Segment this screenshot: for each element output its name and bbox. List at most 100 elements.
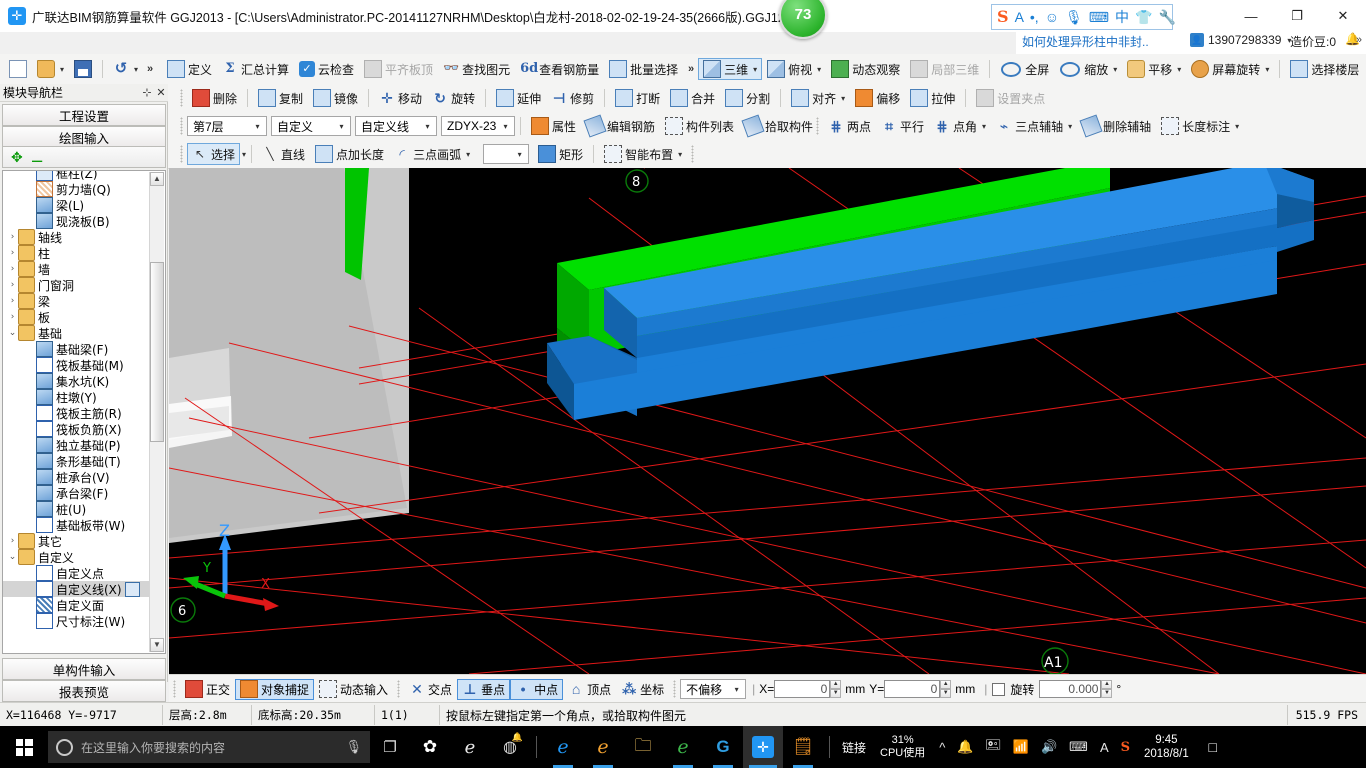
scroll-down-icon[interactable]: ▼ [150,638,164,652]
toolbar-parallel-axis-button[interactable]: ⌗ 平行 [876,115,929,137]
tree-node[interactable]: 条形基础(T) [3,453,151,469]
toolbar-move-button[interactable]: ✛ 移动 [374,87,427,109]
category-select-caret-icon[interactable]: ▾ [335,122,348,131]
tree-node[interactable]: › 柱 [3,245,151,261]
tree-node[interactable]: 自定义线(X) [3,581,151,597]
point-angle-caret-icon[interactable]: ▾ [982,122,986,131]
tray-bell-icon[interactable]: 🔔 [951,739,979,755]
ime-voice-icon[interactable]: 🎙 [1065,10,1083,24]
x-input[interactable]: 0 [774,680,831,698]
snapbar-grip-3[interactable] [673,680,677,698]
toolbar-define-button[interactable]: 定义 [162,58,217,80]
tree-node[interactable]: › 轴线 [3,229,151,245]
tool-smart-layout-button[interactable]: 智能布置 ▾ [599,143,687,165]
tree-node[interactable]: 筏板基础(M) [3,357,151,373]
start-button[interactable] [0,726,48,768]
tree-node[interactable]: 尺寸标注(W) [3,613,151,629]
toolbar-grip-end[interactable] [691,145,695,163]
snap-ortho-button[interactable]: 正交 [180,679,235,700]
3d-view-caret-icon[interactable]: ▾ [753,65,757,74]
tray-keyboard-icon[interactable]: ⌨ [1063,739,1094,755]
tree-node[interactable]: › 其它 [3,533,151,549]
toolbar-pick-component-button[interactable]: 拾取构件 [739,114,818,138]
new-file-button[interactable] [4,58,32,80]
toolbar-offset-button[interactable]: 偏移 [850,87,905,109]
account-overflow-icon[interactable]: » [1356,34,1362,46]
account-info[interactable]: 👤 13907298339 ▾ [1190,33,1291,47]
drawing-input-button[interactable]: 绘图输入 [2,126,166,148]
toolbar-grip[interactable] [180,89,183,107]
toolbar-copy-button[interactable]: 复制 [253,87,308,109]
tool-select-caret-icon[interactable]: ▾ [242,150,246,159]
ime-font-icon[interactable]: A [1015,10,1024,24]
toolbar-rotate-button[interactable]: ↻ 旋转 [427,87,480,109]
align-caret-icon[interactable]: ▾ [841,94,845,103]
row1-left-overflow-icon[interactable]: » [143,63,157,75]
snap-midpoint-button[interactable]: • 中点 [510,678,564,700]
tree-node[interactable]: 基础梁(F) [3,341,151,357]
tree-node[interactable]: 独立基础(P) [3,437,151,453]
toolbar-fullscreen-button[interactable]: 全屏 [995,58,1054,80]
tree-twisty-icon[interactable]: › [7,280,18,290]
toolbar-delete-button[interactable]: 删除 [187,87,242,109]
component-type-select-caret-icon[interactable]: ▾ [421,122,434,131]
toolbar-screen-rotate-button[interactable]: 屏幕旋转 ▾ [1186,58,1274,80]
taskbar-app-folder[interactable]: 🗀 [623,726,663,768]
tray-device-icon[interactable]: 🖭 [980,736,1007,758]
toolbar-summary-calc-button[interactable]: Σ 汇总计算 [217,58,294,80]
taskbar-app-edge-old[interactable]: e [450,726,490,768]
tree-node[interactable]: 承台梁(F) [3,485,151,501]
component-tree[interactable]: 筏板基础(M)框柱(Z)剪力墙(Q)梁(L)现浇板(B)›轴线›柱›墙›门窗洞›… [2,170,166,654]
floor-select[interactable]: 第7层 ▾ [187,116,267,136]
scroll-up-icon[interactable]: ▲ [150,172,164,186]
undo-caret-icon[interactable]: ▾ [134,65,138,74]
taskbar-app-notes[interactable]: 🗒 [783,726,823,768]
toolbar-top-view-button[interactable]: 俯视 ▾ [762,58,826,80]
y-input[interactable]: 0 [884,680,941,698]
toolbar-select-floor-button[interactable]: 选择楼层 [1285,58,1364,80]
toolbar-delete-aux-axis-button[interactable]: 删除辅轴 [1077,114,1156,138]
toolbar-extend-button[interactable]: 延伸 [491,87,546,109]
smart-layout-caret-icon[interactable]: ▾ [678,150,682,159]
toolbar-two-point-axis-button[interactable]: ⋕ 两点 [823,115,876,137]
tree-node[interactable]: › 墙 [3,261,151,277]
rotate-spinner[interactable]: ▲ ▼ [1101,680,1113,698]
toolbar-mirror-button[interactable]: 镜像 [308,87,363,109]
y-spinner[interactable]: ▲ ▼ [940,680,952,698]
tray-ime-letter-icon[interactable]: A [1094,740,1115,755]
notification-bubble[interactable]: 73 [779,0,827,39]
tree-node-badge-icon[interactable] [124,581,140,597]
tree-node[interactable]: › 门窗洞 [3,277,151,293]
grey-wall[interactable] [169,168,409,543]
snapbar-grip-2[interactable] [397,680,401,698]
toolbar-merge-button[interactable]: 合并 [665,87,720,109]
tree-twisty-icon[interactable]: ⌄ [7,552,18,562]
toolbar-pan-button[interactable]: 平移 ▾ [1122,58,1186,80]
tree-twisty-icon[interactable]: › [7,232,18,242]
taskbar-app-ggj[interactable]: ✛ [743,726,783,768]
pin-icon[interactable]: ⊹ [140,86,154,99]
x-spinner[interactable]: ▲ ▼ [830,680,842,698]
toolbar-grip[interactable] [180,145,183,163]
minimize-button[interactable]: — [1228,0,1274,32]
ime-lang-icon[interactable]: 中 [1115,10,1129,24]
maximize-button[interactable]: ❐ [1274,0,1320,32]
taskbar-app-spiral[interactable]: ◍ 🔔 [490,726,530,768]
mic-icon[interactable]: 🎙 [345,739,362,755]
snap-intersection-button[interactable]: ✕ 交点 [404,679,457,700]
arc-extra-caret-icon[interactable]: ▾ [513,150,526,159]
toolbar-component-list-button[interactable]: 构件列表 [660,115,739,137]
length-dim-caret-icon[interactable]: ▾ [1235,122,1239,131]
toolbar-three-point-aux-axis-button[interactable]: ⌁ 三点辅轴 ▾ [991,115,1077,137]
tree-twisty-icon[interactable]: › [7,536,18,546]
tree-node[interactable]: 筏板负筋(X) [3,421,151,437]
toolbar-align-button[interactable]: 对齐 ▾ [786,87,850,109]
toolbar-trim-button[interactable]: ⊣ 修剪 [546,87,599,109]
tree-node[interactable]: 桩(U) [3,501,151,517]
tree-node[interactable]: ⌄ 自定义 [3,549,151,565]
close-button[interactable]: ✕ [1320,0,1366,32]
tool-three-point-arc-button[interactable]: ◜ 三点画弧 ▾ [389,143,475,165]
toolbar-edit-rebar-button[interactable]: 编辑钢筋 [581,114,660,138]
project-settings-button[interactable]: 工程设置 [2,104,166,126]
toolbar-view-rebar-qty-button[interactable]: 6d 查看钢筋量 [515,58,604,80]
